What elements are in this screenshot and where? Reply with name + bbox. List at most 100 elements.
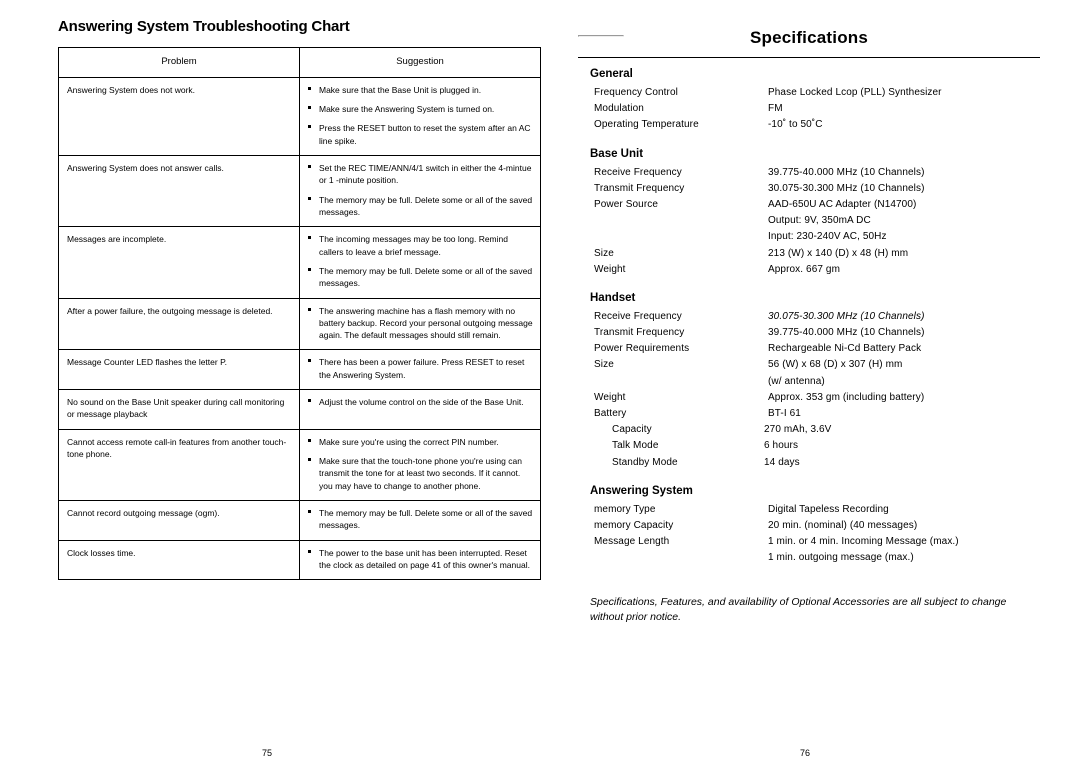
spec-label: Battery [594,408,627,419]
spec-label: Receive Frequency [594,166,682,178]
spec-label: Message Length [594,536,670,548]
table-row: No sound on the Base Unit speaker during… [58,389,541,430]
suggestion-cell: There has been a power failure. Press RE… [299,349,541,391]
table-body: Answering System does not work. Make sur… [58,76,541,581]
spec-row: Transmit Frequency 39.775-40.000 MHz (10… [594,325,1040,341]
problem-cell: Clock losses time. [58,539,300,581]
spec-label: Transmit Frequency [594,182,685,194]
section-heading-handset: Handset [590,291,636,304]
spec-value-extra: 1 min. outgoing message (max.) [768,552,914,564]
spec-value: 30.075-30.300 MHz (10 Channels) [768,310,925,322]
suggestion-item: The power to the base unit has been inte… [308,547,534,572]
spec-label: Standby Mode [612,456,678,468]
spec-value: 213 (W) x 140 (D) x 48 (H) mm [768,247,909,259]
spec-value: 270 mAh, 3.6V [764,424,832,436]
table-row: After a power failure, the outgoing mess… [58,297,541,351]
suggestion-item: The incoming messages may be too long. R… [308,233,534,258]
spec-value-extra: Input: 230-240V AC, 50Hz [768,231,887,243]
suggestion-item: There has been a power failure. Press RE… [308,356,534,381]
spec-value: 30.075-30.300 MHz (10 Channels) [768,182,925,194]
spec-value: -10˚ to 50˚C [768,119,823,131]
table-row: Cannot record outgoing message (ogm). Th… [58,499,541,541]
table-header-row: Problem Suggestion [58,47,541,78]
suggestion-cell: The power to the base unit has been inte… [299,539,541,581]
section-heading-base-unit: Base Unit [590,147,644,160]
suggestion-item: Adjust the volume control on the side of… [308,396,534,408]
spec-label: Frequency Control [594,87,678,98]
spec-value-extra: (w/ antenna) [768,375,825,387]
spec-row: memory Capacity 20 min. (nominal) (40 me… [594,518,1040,534]
spec-row: Message Length 1 min. or 4 min. Incoming… [594,534,1040,566]
spec-value: 14 days [764,456,800,468]
suggestion-cell: Adjust the volume control on the side of… [299,389,541,430]
left-page: Answering System Troubleshooting Chart P… [58,18,541,581]
suggestion-item: Press the RESET button to reset the syst… [308,122,534,147]
suggestion-cell: Set the REC TIME/ANN/4/1 switch in eithe… [299,155,541,228]
suggestion-cell: The incoming messages may be too long. R… [299,226,541,299]
spec-value: 6 hours [764,440,799,452]
spec-row: Operating Temperature -10˚ to 50˚C [594,117,1040,133]
table-row: Message Counter LED flashes the letter P… [58,349,541,391]
spec-label: Weight [594,391,626,403]
suggestion-cell: Make sure that the Base Unit is plugged … [299,76,541,157]
spec-row: Receive Frequency 30.075-30.300 MHz (10 … [594,309,1040,325]
table-row: Clock losses time. The power to the base… [58,539,541,581]
problem-cell: Cannot access remote call-in features fr… [58,428,300,501]
suggestion-item: Make sure you're using the correct PIN n… [308,436,534,448]
spec-value: Approx. 353 gm (including battery) [768,391,925,403]
suggestion-item: The memory may be full. Delete some or a… [308,194,534,219]
section-rows-handset: Receive Frequency 30.075-30.300 MHz (10 … [594,309,1040,471]
suggestion-item: The memory may be full. Delete some or a… [308,265,534,290]
spec-value: 1 min. or 4 min. Incoming Message (max.)… [768,534,1040,566]
problem-cell: After a power failure, the outgoing mess… [58,297,300,351]
suggestion-item: The answering machine has a flash memory… [308,305,534,342]
right-page: Specifications General Frequency Control… [578,18,1040,626]
suggestion-cell: The memory may be full. Delete some or a… [299,499,541,541]
spec-label: memory Capacity [594,519,674,531]
header-decoration-rule [578,35,624,37]
section-heading-answering-system: Answering System [590,484,693,497]
column-header-problem: Problem [58,47,300,78]
spec-value: 56 (W) x 68 (D) x 307 (H) mm (w/ antenna… [768,357,1040,389]
spec-label: Size [594,359,614,371]
spec-label: Weight [594,263,626,275]
spec-row: Power Source AAD-650U AC Adapter (N14700… [594,197,1040,246]
spec-row: Weight Approx. 353 gm (including battery… [594,390,1040,406]
troubleshooting-table: Problem Suggestion Answering System does… [58,47,541,581]
troubleshooting-chart-title: Answering System Troubleshooting Chart [58,18,350,35]
spec-value: Digital Tapeless Recording [768,503,889,515]
section-rows-base-unit: Receive Frequency 39.775-40.000 MHz (10 … [594,165,1040,278]
table-row: Answering System does not answer calls. … [58,155,541,228]
spec-label: Capacity [612,424,652,436]
page-number-left: 75 [262,748,273,758]
spec-value: 39.775-40.000 MHz (10 Channels) [768,327,925,339]
spec-row: Weight Approx. 667 gm [594,262,1040,278]
spec-value: FM [768,103,783,115]
spec-row: Size 56 (W) x 68 (D) x 307 (H) mm (w/ an… [594,357,1040,389]
spec-row: Power Requirements Rechargeable Ni-Cd Ba… [594,341,1040,357]
suggestion-cell: The answering machine has a flash memory… [299,297,541,351]
problem-cell: Cannot record outgoing message (ogm). [58,499,300,541]
spec-row: Modulation FM [594,101,1040,117]
spec-row: Standby Mode 14 days [594,455,1040,471]
spec-label: Size [594,247,614,259]
spec-row: Talk Mode 6 hours [594,438,1040,454]
spec-value: 20 min. (nominal) (40 messages) [768,519,918,531]
problem-cell: Messages are incomplete. [58,226,300,299]
spec-value-main: AAD-650U AC Adapter (N14700) [768,198,917,210]
spec-label: Transmit Frequency [594,327,685,339]
suggestion-item: Make sure that the Base Unit is plugged … [308,84,534,96]
spec-row: Transmit Frequency 30.075-30.300 MHz (10… [594,181,1040,197]
spec-label: Modulation [594,103,644,115]
table-row: Cannot access remote call-in features fr… [58,428,541,501]
suggestion-item: Make sure the Answering System is turned… [308,103,534,115]
spec-label: Power Requirements [594,343,690,355]
section-heading-general: General [590,68,633,80]
title-divider [578,57,1040,58]
spec-value: Approx. 667 gm [768,263,840,275]
spec-label: memory Type [594,503,656,515]
spec-value: Phase Locked Lcop (PLL) Synthesizer [768,87,942,98]
spec-row: Battery BT-I 61 [594,406,1040,422]
spec-row: memory Type Digital Tapeless Recording [594,502,1040,518]
spec-value: AAD-650U AC Adapter (N14700) Output: 9V,… [768,197,1040,246]
